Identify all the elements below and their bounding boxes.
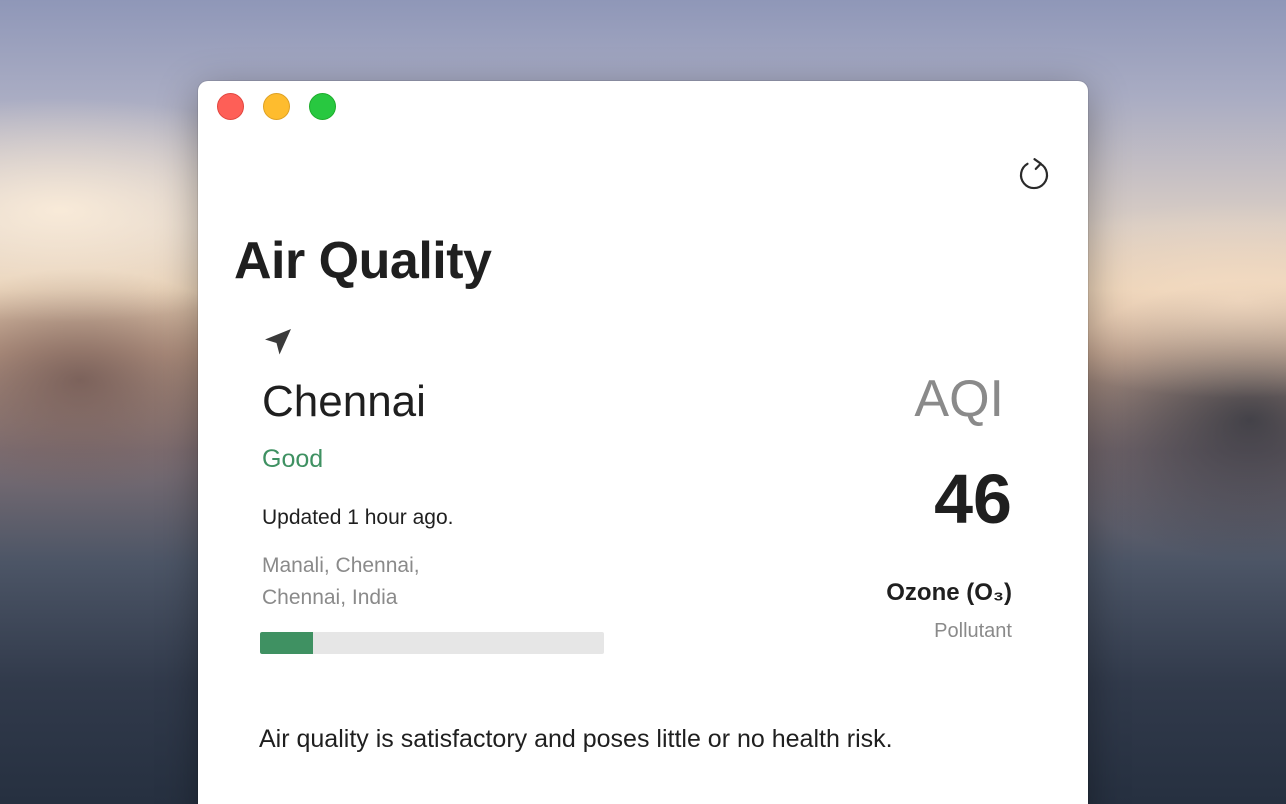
station-line-2: Chennai, India [262,586,398,609]
app-window: Air Quality Chennai Good Updated 1 hour … [198,81,1088,804]
aqi-label: AQI [914,370,1004,428]
location-arrow-icon [262,326,294,358]
station-line-1: Manali, Chennai, [262,554,420,577]
aqi-status: Good [262,445,324,473]
close-button[interactable] [217,93,244,120]
aqi-progress-fill [260,632,314,654]
city-name: Chennai [262,377,426,426]
aqi-value: 46 [934,460,1012,538]
page-title: Air Quality [234,232,492,290]
health-summary: Air quality is satisfactory and poses li… [259,725,893,753]
refresh-button[interactable] [1014,154,1054,194]
updated-time: Updated 1 hour ago. [262,506,454,529]
pollutant-label: Pollutant [934,620,1012,642]
refresh-icon [1019,158,1049,190]
station-address: Manali, Chennai, Chennai, India [262,550,562,614]
pollutant-name: Ozone (O₃) [886,579,1012,606]
desktop-background: Air Quality Chennai Good Updated 1 hour … [0,0,1286,804]
aqi-progress-bar [260,632,604,654]
maximize-button[interactable] [309,93,336,120]
minimize-button[interactable] [263,93,290,120]
